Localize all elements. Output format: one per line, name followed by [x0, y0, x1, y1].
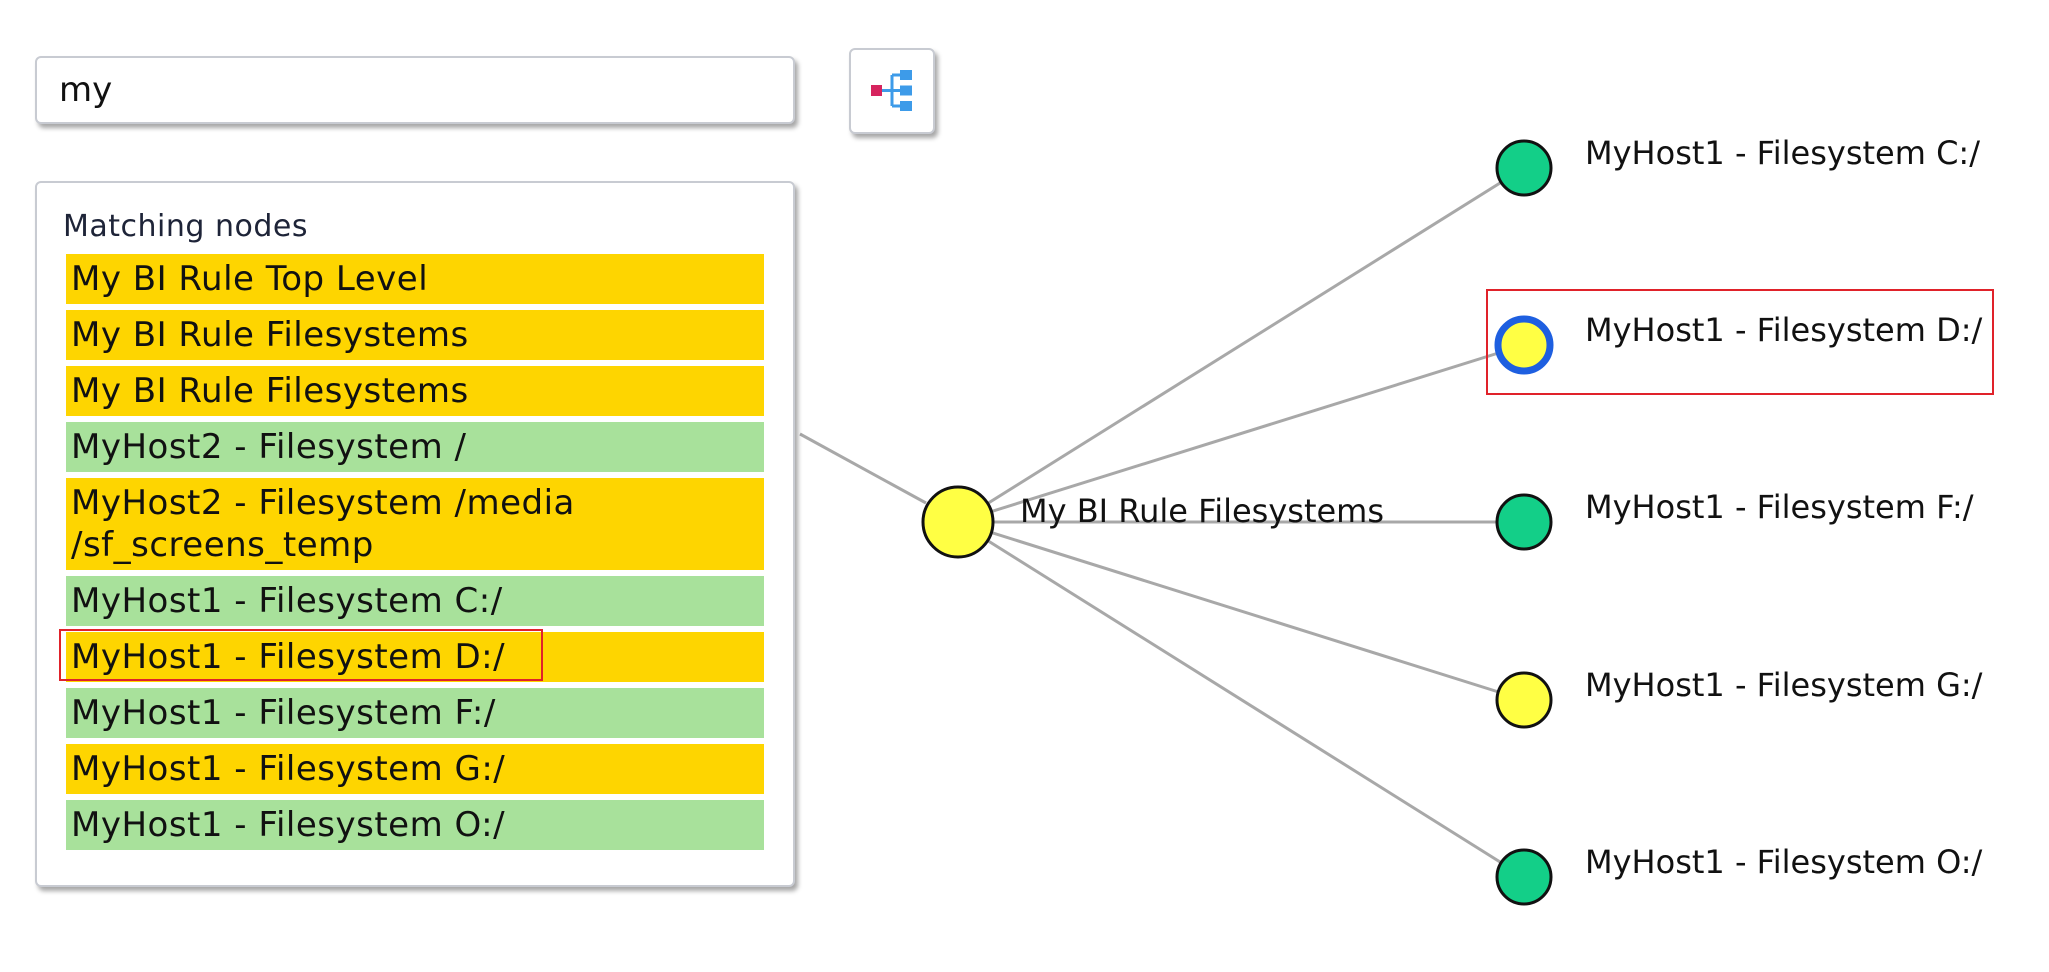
graph-edge [957, 520, 1525, 702]
matching-node-item[interactable]: MyHost1 - Filesystem F:/ [66, 688, 764, 738]
matching-node-label: MyHost1 - Filesystem C:/ [71, 581, 503, 621]
matching-node-item[interactable]: MyHost1 - Filesystem O:/ [66, 800, 764, 850]
graph-edge [957, 520, 1525, 879]
graph-edge [957, 343, 1525, 524]
matching-node-item[interactable]: My BI Rule Filesystems [66, 366, 764, 416]
matching-node-item[interactable]: MyHost2 - Filesystem /media /sf_screens_… [66, 478, 764, 570]
graph-node-label: MyHost1 - Filesystem D:/ [1585, 311, 1982, 349]
graph-child-node[interactable]: MyHost1 - Filesystem F:/ [1495, 488, 1974, 551]
matching-node-item[interactable]: MyHost1 - Filesystem C:/ [66, 576, 764, 626]
matching-nodes-list: My BI Rule Top Level My BI Rule Filesyste… [59, 254, 764, 856]
graph-child-node[interactable]: MyHost1 - Filesystem C:/ [1495, 134, 1980, 197]
graph-node-label: MyHost1 - Filesystem O:/ [1585, 843, 1982, 881]
matching-node-label: MyHost2 - Filesystem / [71, 427, 467, 467]
matching-node-label: MyHost2 - Filesystem /media /sf_screens_… [71, 483, 575, 565]
matching-node-label: MyHost1 - Filesystem G:/ [71, 749, 506, 789]
graph-node-circle [1495, 139, 1553, 197]
matching-node-label: MyHost1 - Filesystem O:/ [71, 805, 506, 845]
matching-node-item[interactable]: MyHost2 - Filesystem / [66, 422, 764, 472]
matching-node-item[interactable]: MyHost1 - Filesystem G:/ [66, 744, 764, 794]
matching-node-item[interactable]: My BI Rule Filesystems [66, 310, 764, 360]
matching-node-label: MyHost1 - Filesystem F:/ [71, 693, 496, 733]
search-input[interactable] [57, 69, 781, 111]
graph-node-circle [1494, 315, 1554, 375]
graph-child-node[interactable]: MyHost1 - Filesystem G:/ [1495, 666, 1983, 729]
graph-edge [957, 166, 1525, 524]
graph-root-label: My BI Rule Filesystems [1020, 492, 1384, 530]
graph-root-node[interactable] [921, 485, 995, 559]
matching-node-label: My BI Rule Top Level [71, 259, 429, 299]
parent-edge [799, 432, 927, 505]
graph-node-circle [1495, 848, 1553, 906]
matching-node-item[interactable]: MyHost1 - Filesystem D:/ [59, 629, 764, 682]
matching-nodes-panel: Matching nodes My BI Rule Top Level My BI… [35, 181, 795, 887]
graph-node-label: MyHost1 - Filesystem C:/ [1585, 134, 1980, 172]
layout-toggle-button[interactable] [849, 48, 935, 134]
graph-child-node[interactable]: MyHost1 - Filesystem D:/ [1486, 289, 1994, 395]
tree-layout-icon [871, 70, 912, 111]
graph-child-node[interactable]: MyHost1 - Filesystem O:/ [1495, 843, 1982, 906]
graph-node-label: MyHost1 - Filesystem F:/ [1585, 488, 1974, 526]
matching-node-item[interactable]: My BI Rule Top Level [66, 254, 764, 304]
matching-node-label: MyHost1 - Filesystem D:/ [71, 637, 506, 677]
graph-node-label: MyHost1 - Filesystem G:/ [1585, 666, 1983, 704]
graph-node-circle [1495, 671, 1553, 729]
panel-title: Matching nodes [63, 209, 308, 244]
matching-node-label: My BI Rule Filesystems [71, 371, 469, 411]
graph-node-circle [1495, 493, 1553, 551]
matching-node-label: My BI Rule Filesystems [71, 315, 469, 355]
search-box[interactable] [35, 56, 795, 124]
